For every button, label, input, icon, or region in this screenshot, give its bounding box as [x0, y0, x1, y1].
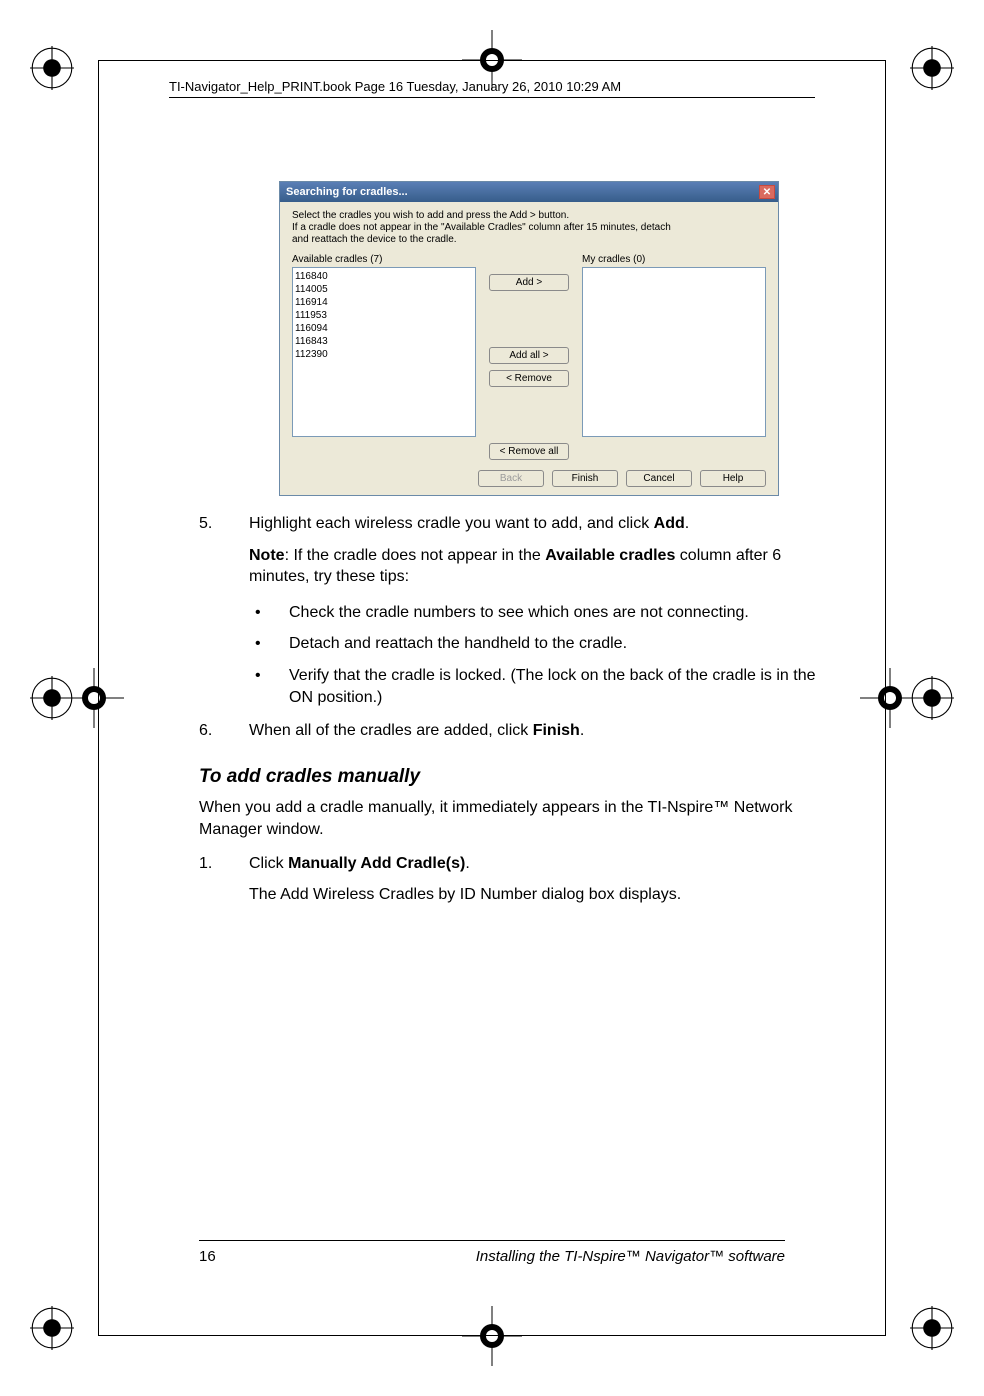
list-item[interactable]: 114005	[295, 283, 473, 296]
header-rule	[169, 97, 815, 98]
bullet-text: Verify that the cradle is locked. (The l…	[289, 665, 819, 708]
available-listbox[interactable]: 116840 114005 116914 111953 116094 11684…	[292, 267, 476, 437]
paragraph: When you add a cradle manually, it immed…	[199, 797, 819, 840]
instr-line: and reattach the device to the cradle.	[292, 234, 766, 246]
instr-line: Select the cradles you wish to add and p…	[292, 210, 766, 222]
available-label: Available cradles (7)	[292, 254, 476, 265]
bullet-item: •Check the cradle numbers to see which o…	[249, 602, 819, 624]
dialog-body: Select the cradles you wish to add and p…	[280, 202, 778, 495]
section-heading: To add cradles manually	[199, 764, 819, 790]
reg-mark-icon	[30, 46, 74, 90]
step-number: 5.	[199, 513, 249, 598]
page-footer: 16 Installing the TI-Nspire™ Navigator™ …	[199, 1248, 785, 1265]
remove-all-button[interactable]: < Remove all	[489, 443, 569, 460]
list-item[interactable]: 116843	[295, 335, 473, 348]
dialog-instructions: Select the cradles you wish to add and p…	[292, 210, 766, 246]
searching-cradles-dialog: Searching for cradles... ✕ Select the cr…	[279, 181, 779, 496]
note-text: Note: If the cradle does not appear in t…	[249, 545, 819, 588]
my-cradles-listbox[interactable]	[582, 267, 766, 437]
reg-mark-icon	[910, 46, 954, 90]
footer-title: Installing the TI-Nspire™ Navigator™ sof…	[476, 1248, 785, 1265]
instr-line: If a cradle does not appear in the "Avai…	[292, 222, 766, 234]
step-5: 5. Highlight each wireless cradle you wa…	[199, 513, 819, 598]
step-number: 1.	[199, 853, 249, 916]
step-number: 6.	[199, 720, 249, 752]
page-header-text: TI-Navigator_Help_PRINT.book Page 16 Tue…	[169, 79, 621, 94]
add-button[interactable]: Add >	[489, 274, 569, 291]
bullet-text: Detach and reattach the handheld to the …	[289, 633, 627, 655]
list-item[interactable]: 116840	[295, 270, 473, 283]
dialog-title: Searching for cradles...	[286, 186, 408, 198]
bullet-list: •Check the cradle numbers to see which o…	[249, 602, 819, 708]
bullet-text: Check the cradle numbers to see which on…	[289, 602, 749, 624]
step-text: Click Manually Add Cradle(s).	[249, 853, 819, 875]
list-item[interactable]: 111953	[295, 309, 473, 322]
bullet-dot: •	[249, 602, 289, 624]
list-item[interactable]: 112390	[295, 348, 473, 361]
reg-mark-icon	[30, 1306, 74, 1350]
reg-mark-icon	[910, 1306, 954, 1350]
step-6: 6. When all of the cradles are added, cl…	[199, 720, 819, 752]
page-frame: TI-Navigator_Help_PRINT.book Page 16 Tue…	[98, 60, 886, 1336]
bullet-item: •Detach and reattach the handheld to the…	[249, 633, 819, 655]
page-content: 5. Highlight each wireless cradle you wa…	[199, 501, 819, 916]
step-text: Highlight each wireless cradle you want …	[249, 513, 819, 535]
remove-button[interactable]: < Remove	[489, 370, 569, 387]
dialog-titlebar: Searching for cradles... ✕	[280, 182, 778, 202]
step-text: When all of the cradles are added, click…	[249, 720, 819, 742]
back-button: Back	[478, 470, 544, 487]
list-item[interactable]: 116094	[295, 322, 473, 335]
bullet-dot: •	[249, 633, 289, 655]
page-number: 16	[199, 1248, 216, 1265]
add-all-button[interactable]: Add all >	[489, 347, 569, 364]
bullet-dot: •	[249, 665, 289, 708]
footer-rule	[199, 1240, 785, 1241]
list-item[interactable]: 116914	[295, 296, 473, 309]
my-cradles-label: My cradles (0)	[582, 254, 766, 265]
finish-button[interactable]: Finish	[552, 470, 618, 487]
close-icon[interactable]: ✕	[759, 185, 775, 199]
help-button[interactable]: Help	[700, 470, 766, 487]
cancel-button[interactable]: Cancel	[626, 470, 692, 487]
step-subtext: The Add Wireless Cradles by ID Number di…	[249, 884, 819, 906]
step-1: 1. Click Manually Add Cradle(s). The Add…	[199, 853, 819, 916]
bullet-item: •Verify that the cradle is locked. (The …	[249, 665, 819, 708]
